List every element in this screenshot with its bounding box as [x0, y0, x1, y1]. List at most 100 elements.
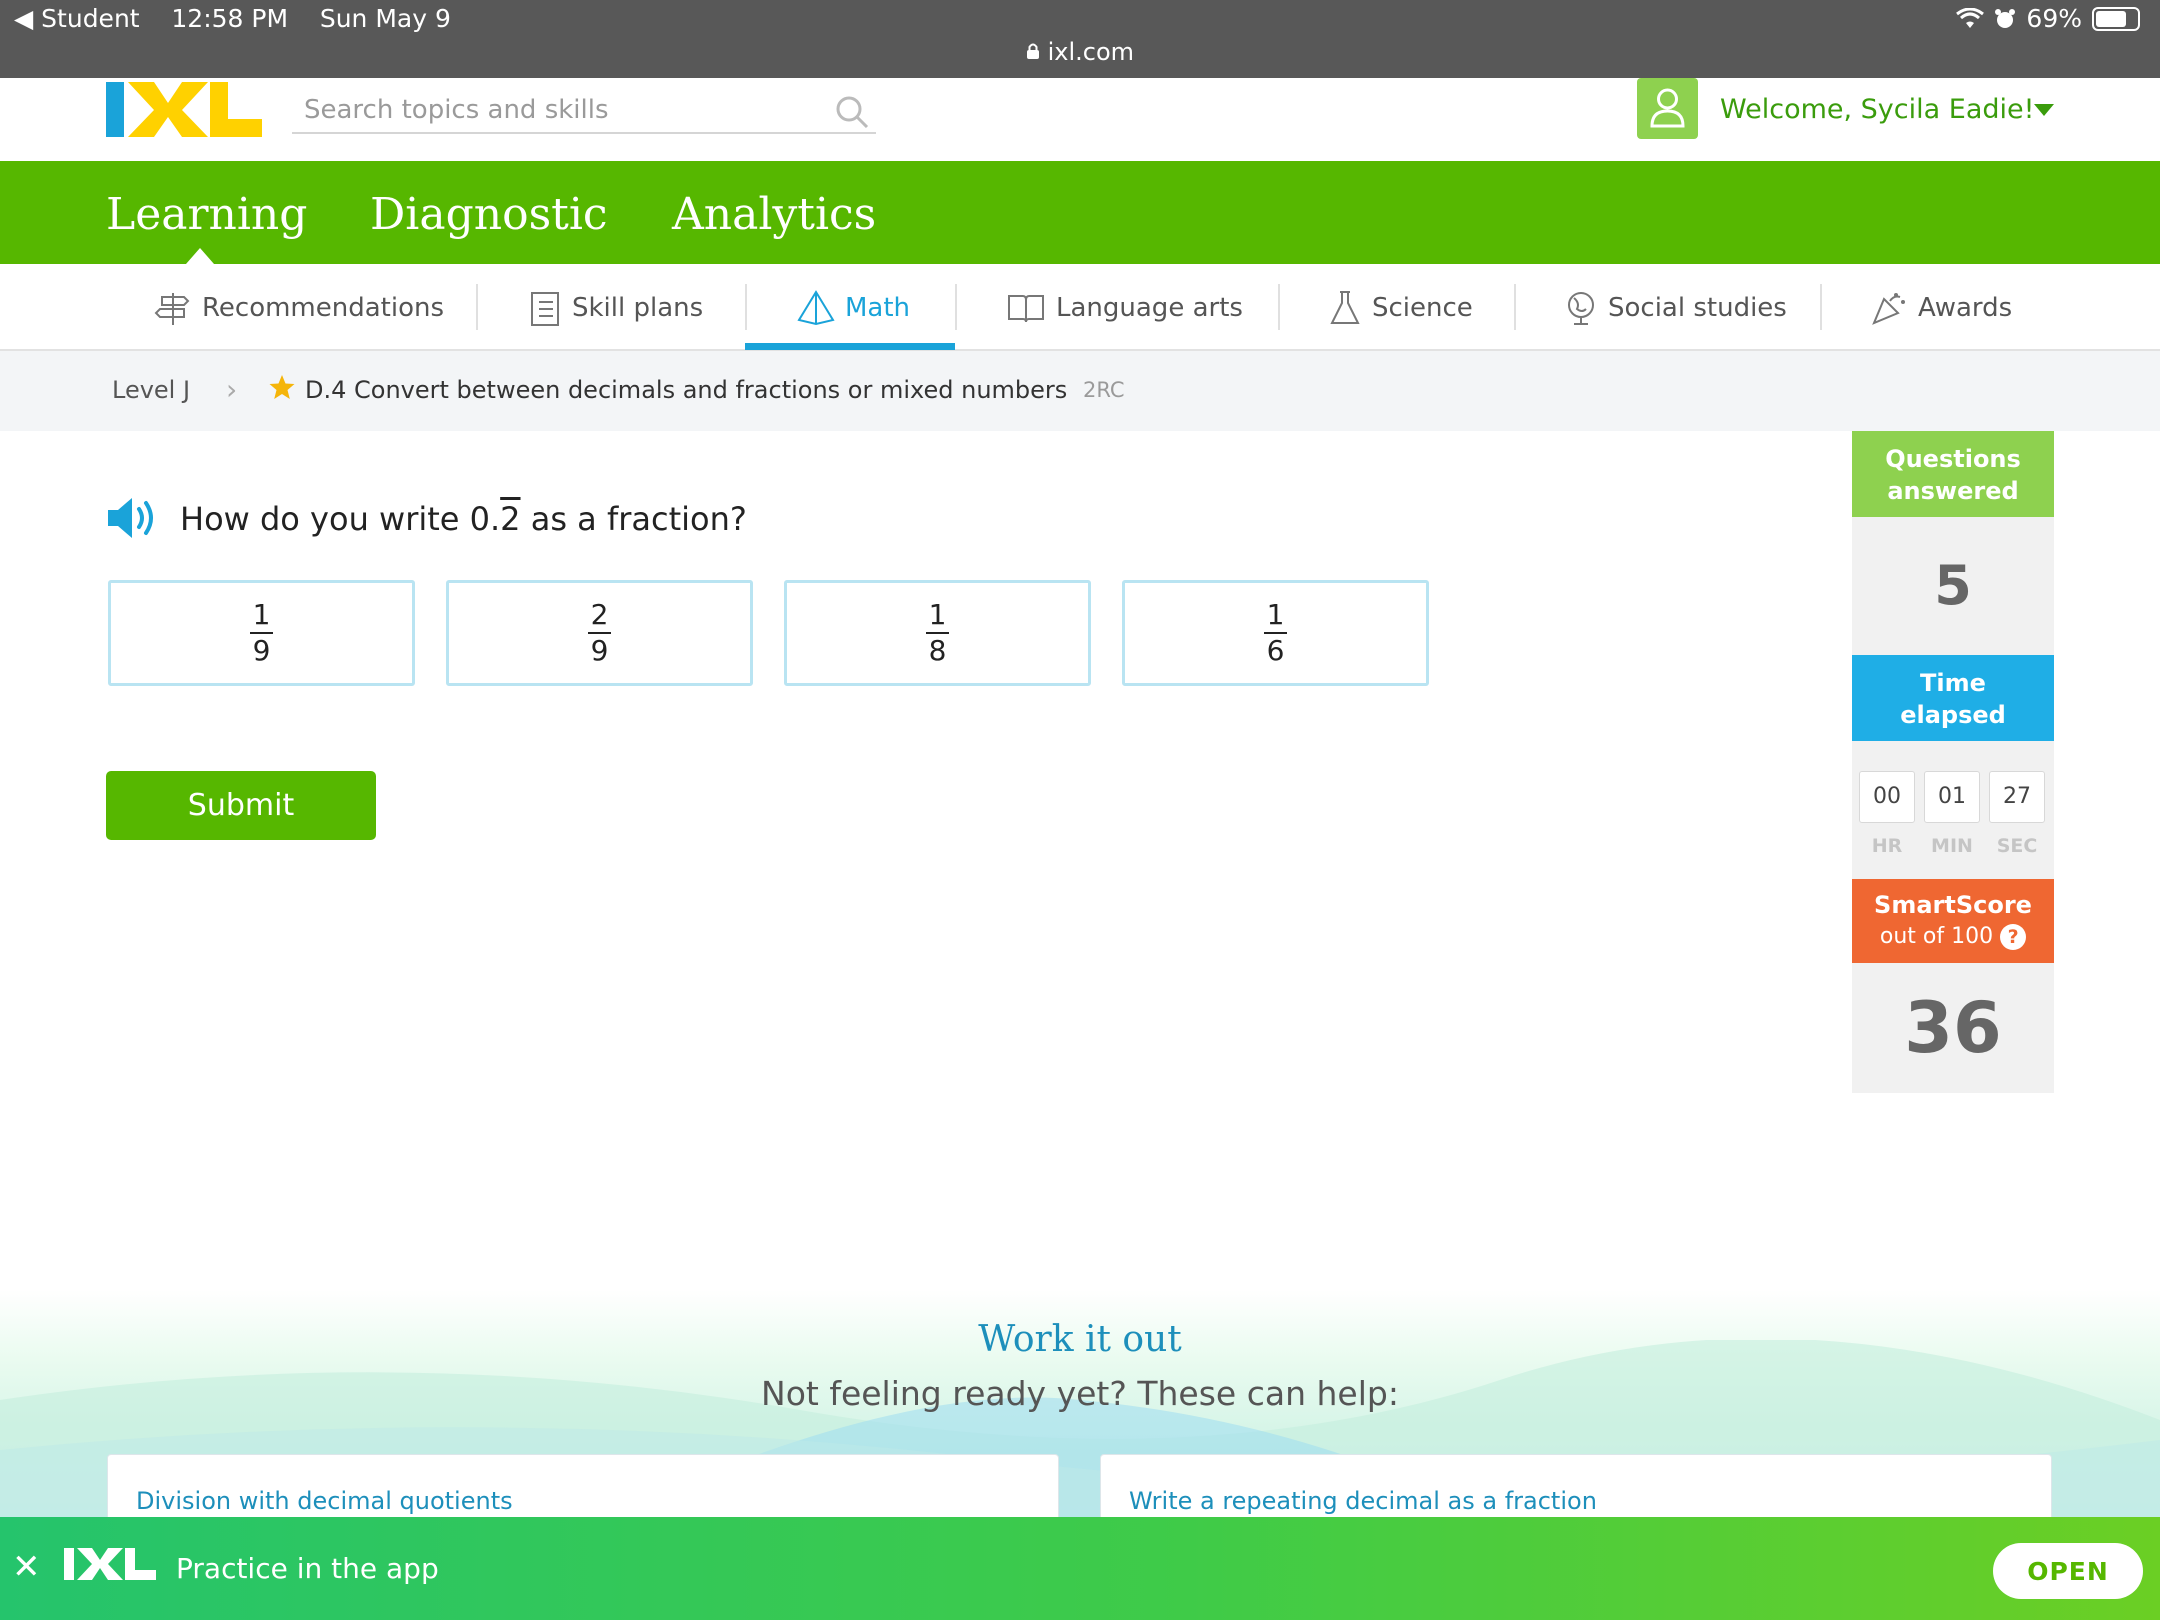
tab-diagnostic[interactable]: Diagnostic	[370, 189, 608, 240]
tab-label: Skill plans	[572, 292, 704, 323]
help-link-card[interactable]: Division with decimal quotients	[107, 1454, 1059, 1524]
help-icon[interactable]: ?	[2000, 924, 2027, 950]
globe-icon	[1568, 291, 1594, 325]
tab-math[interactable]: Math	[797, 264, 910, 351]
skill-title: D.4 Convert between decimals and fractio…	[305, 376, 1068, 404]
divider	[1278, 284, 1280, 330]
numerator: 2	[587, 598, 612, 634]
book-icon	[1008, 294, 1044, 322]
close-icon[interactable]: ✕	[12, 1547, 41, 1587]
signpost-icon	[154, 292, 190, 325]
tab-learning[interactable]: Learning	[106, 189, 307, 240]
question-prefix: How do you write 0.	[180, 500, 501, 538]
help-link[interactable]: Write a repeating decimal as a fraction	[1129, 1487, 1597, 1515]
smartscore-subtitle: out of 100 ?	[1852, 921, 2054, 953]
battery-icon	[2092, 6, 2140, 31]
timer-seconds: 27	[1989, 771, 2045, 823]
tab-label: Math	[845, 292, 911, 323]
tab-skill-plans[interactable]: Skill plans	[528, 264, 703, 351]
divider	[476, 284, 478, 330]
fraction: 29	[587, 598, 612, 668]
questions-answered-count: 5	[1852, 517, 2054, 655]
question-suffix: as a fraction?	[520, 500, 747, 538]
answer-choice[interactable]: 16	[1122, 580, 1429, 686]
work-it-out-title: Work it out	[978, 1319, 1182, 1360]
welcome-user[interactable]: Welcome, Sycila Eadie!	[1720, 94, 2034, 125]
submit-button[interactable]: Submit	[106, 771, 376, 840]
avatar[interactable]	[1637, 78, 1698, 139]
speaker-icon[interactable]	[106, 494, 162, 542]
active-tab-indicator	[186, 248, 214, 264]
divider	[745, 284, 747, 330]
ixl-logo[interactable]	[106, 81, 262, 138]
help-link[interactable]: Division with decimal quotients	[136, 1487, 513, 1515]
tab-science[interactable]: Science	[1328, 264, 1473, 351]
user-icon	[1650, 88, 1685, 128]
chevron-right-icon: ›	[226, 373, 238, 406]
checklist-icon	[531, 291, 559, 326]
status-left: ◀ Student 12:58 PM Sun May 9	[14, 4, 451, 33]
divider	[955, 284, 957, 330]
timer: 00 01 27 HR MIN SEC	[1852, 741, 2054, 879]
ixl-logo-white	[64, 1548, 156, 1580]
progress-sidebar: Questions answered 5 Time elapsed 00 01 …	[1852, 431, 2054, 1093]
help-link-card[interactable]: Write a repeating decimal as a fraction	[1100, 1454, 2052, 1524]
numerator: 1	[1263, 598, 1288, 634]
smartscore-value: 36	[1852, 963, 2054, 1093]
timer-hours-label: HR	[1871, 835, 1903, 857]
caret-down-icon[interactable]	[2034, 104, 2054, 116]
fraction: 18	[925, 598, 950, 668]
answer-choice[interactable]: 18	[784, 580, 1091, 686]
answer-choice[interactable]: 19	[108, 580, 415, 686]
smartscore-header: SmartScore out of 100 ?	[1852, 879, 2054, 963]
tab-label: Science	[1372, 292, 1473, 323]
tab-analytics[interactable]: Analytics	[672, 189, 876, 240]
tab-recommendations[interactable]: Recommendations	[154, 264, 444, 351]
denominator: 6	[1266, 634, 1285, 667]
wifi-icon	[1956, 7, 1985, 28]
tab-social-studies[interactable]: Social studies	[1564, 264, 1787, 351]
breadcrumb-level[interactable]: Level J	[112, 376, 190, 404]
app-banner-text: Practice in the app	[176, 1552, 439, 1585]
main-nav: Learning Diagnostic Analytics	[0, 161, 2160, 264]
header-line: Time	[1920, 669, 1986, 697]
party-popper-icon	[1872, 292, 1905, 325]
tab-label: Social studies	[1608, 292, 1787, 323]
back-to-app-link[interactable]: ◀ Student	[14, 4, 140, 33]
open-app-button[interactable]: OPEN	[1993, 1543, 2143, 1599]
search-icon[interactable]	[834, 94, 870, 130]
fraction: 16	[1263, 598, 1288, 668]
timer-hours: 00	[1859, 771, 1915, 823]
denominator: 8	[928, 634, 947, 667]
tab-language-arts[interactable]: Language arts	[1006, 264, 1243, 351]
status-time: 12:58 PM	[171, 4, 289, 33]
lock-icon	[1026, 43, 1039, 59]
divider	[1820, 284, 1822, 330]
smartscore-out-of: out of 100	[1879, 924, 1994, 949]
url-text: ixl.com	[1047, 38, 1135, 66]
question-text: How do you write 0.2 as a fraction?	[180, 500, 747, 538]
denominator: 9	[252, 634, 271, 667]
url-bar[interactable]: ixl.com	[0, 38, 2160, 66]
search-input[interactable]	[292, 90, 812, 130]
header-line: Questions	[1885, 445, 2021, 473]
battery-percent: 69%	[2026, 4, 2082, 33]
app-banner: ✕ Practice in the app OPEN	[0, 1517, 2160, 1620]
search-bar[interactable]	[292, 90, 876, 134]
tab-awards[interactable]: Awards	[1870, 264, 2012, 351]
fraction: 19	[249, 598, 274, 668]
skill-code: 2RC	[1083, 378, 1125, 402]
answer-choice[interactable]: 29	[446, 580, 753, 686]
repeating-digit: 2	[500, 500, 521, 538]
status-date: Sun May 9	[319, 4, 451, 33]
denominator: 9	[590, 634, 609, 667]
subject-nav: Recommendations Skill plans Math Languag…	[0, 264, 2160, 351]
active-tab-underline	[745, 343, 955, 350]
star-icon[interactable]	[268, 373, 296, 401]
flask-icon	[1330, 290, 1360, 324]
status-right: 69%	[1956, 4, 2140, 33]
site-header: Welcome, Sycila Eadie!	[0, 78, 2160, 161]
tab-label: Recommendations	[202, 292, 445, 323]
pyramid-icon	[797, 289, 835, 325]
header-line: elapsed	[1900, 701, 2006, 729]
